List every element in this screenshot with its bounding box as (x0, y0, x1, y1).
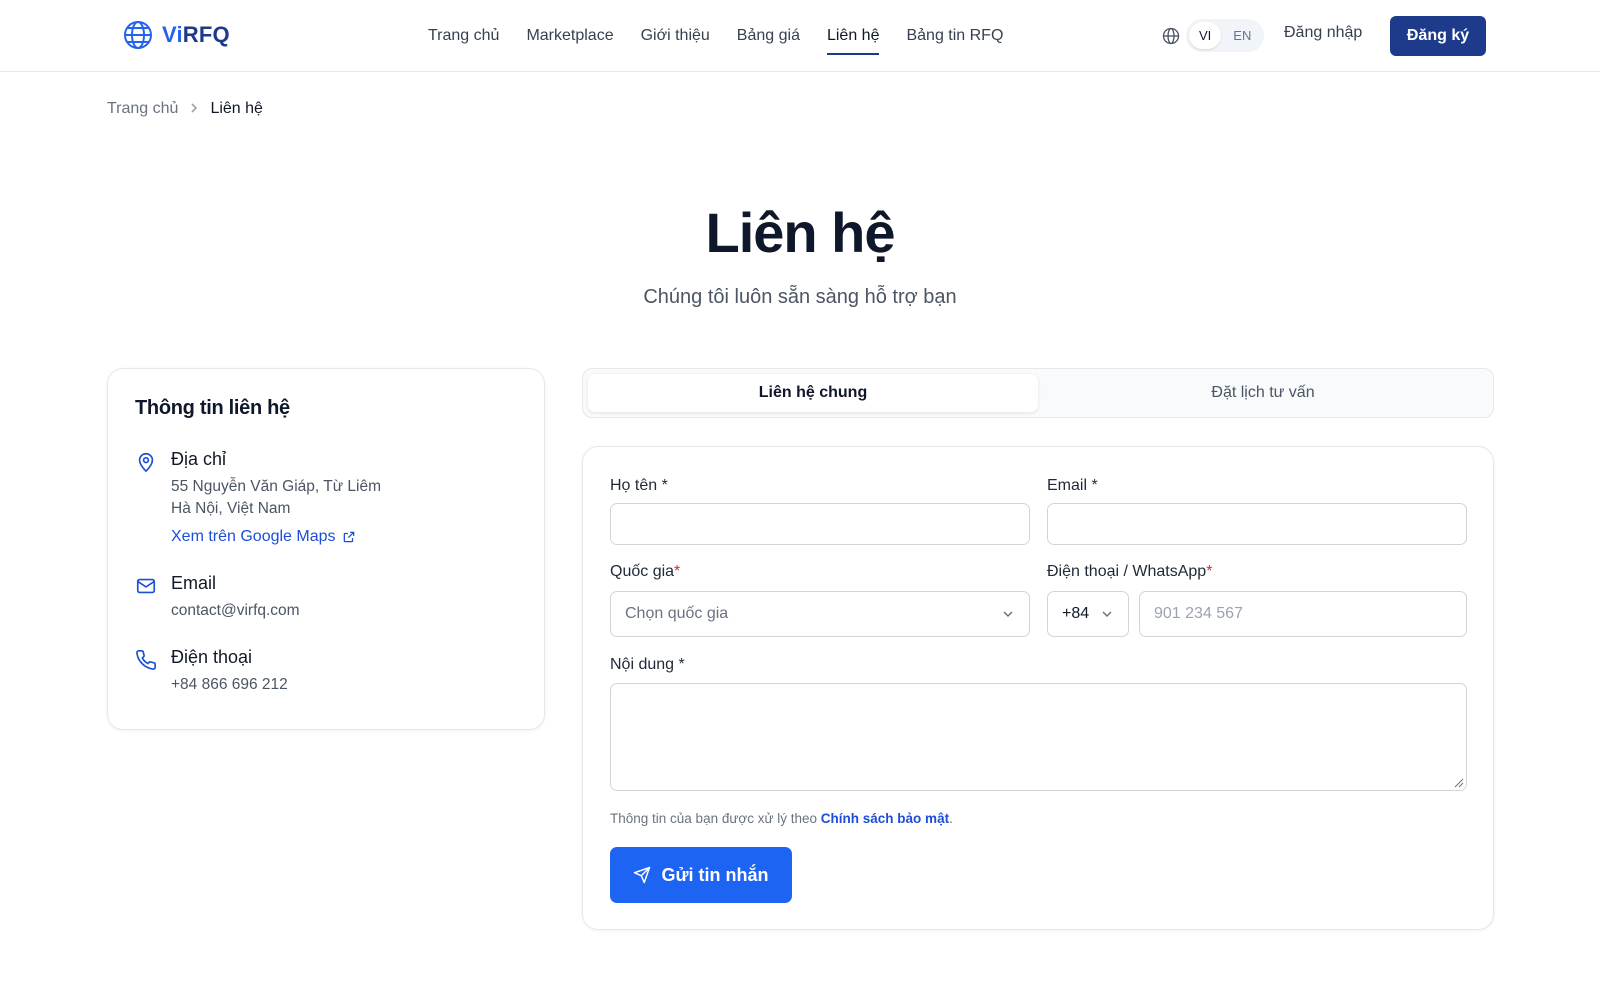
name-label: Họ tên * (610, 477, 668, 494)
message-label: Nội dung * (610, 656, 685, 673)
send-icon (634, 866, 651, 884)
login-link[interactable]: Đăng nhập (1284, 24, 1362, 42)
map-pin-icon (138, 452, 154, 473)
contact-form: Họ tên * Email * Quốc gia* Chọn quốc gia… (582, 446, 1494, 930)
country-code-value: +84 (1062, 605, 1090, 622)
send-message-button[interactable]: Gửi tin nhắn (610, 847, 792, 903)
signup-button[interactable]: Đăng ký (1390, 16, 1486, 56)
breadcrumb-current: Liên hệ (210, 100, 263, 117)
google-maps-link[interactable]: Xem trên Google Maps (171, 528, 356, 546)
language-switcher: VI EN (1162, 19, 1265, 52)
email-input[interactable] (1047, 503, 1467, 545)
country-label: Quốc gia* (610, 563, 680, 581)
globe-logo-icon (124, 21, 152, 49)
address-line-2: Hà Nội, Việt Nam (171, 500, 291, 517)
nav-contact[interactable]: Liên hệ (826, 23, 879, 55)
breadcrumb: Trang chủ Liên hệ (107, 100, 263, 118)
google-maps-link-label: Xem trên Google Maps (171, 528, 336, 545)
phone-value[interactable]: +84 866 696 212 (171, 674, 288, 696)
email-field-label: Email * (1047, 477, 1098, 494)
privacy-notice: Thông tin của bạn được xử lý theo Chính … (610, 811, 953, 826)
top-navbar: ViRFQ Trang chủ Marketplace Giới thiệu B… (0, 0, 1600, 72)
phone-field-label: Điện thoại / WhatsApp* (1047, 563, 1212, 581)
email-value[interactable]: contact@virfq.com (171, 600, 300, 622)
logo-text: ViRFQ (162, 22, 230, 47)
required-mark: * (1206, 563, 1213, 580)
contact-info-title: Thông tin liên hệ (135, 397, 290, 419)
email-label: Email (171, 573, 217, 593)
logo[interactable]: ViRFQ (122, 19, 230, 51)
message-textarea[interactable] (610, 683, 1467, 791)
contact-info-card: Thông tin liên hệ Địa chỉ 55 Nguyễn Văn … (107, 368, 545, 730)
mail-icon (136, 578, 156, 594)
email-item: Email contact@virfq.com (135, 573, 300, 622)
address-line-1: 55 Nguyễn Văn Giáp, Từ Liêm (171, 478, 381, 495)
address-label: Địa chỉ (171, 449, 227, 469)
main-nav: Trang chủ Marketplace Giới thiệu Bảng gi… (428, 0, 1003, 72)
contact-tabs: Liên hệ chung Đặt lịch tư vấn (582, 368, 1494, 418)
phone-label: Điện thoại (171, 647, 253, 667)
phone-input[interactable]: 901 234 567 (1139, 591, 1467, 637)
breadcrumb-home[interactable]: Trang chủ (107, 100, 178, 118)
page-title: Liên hệ (705, 201, 895, 264)
language-toggle: VI EN (1186, 19, 1265, 52)
chevron-right-icon (188, 101, 200, 117)
privacy-suffix: . (949, 811, 953, 826)
privacy-policy-link[interactable]: Chính sách bảo mật (821, 811, 949, 826)
chevron-down-icon (1003, 611, 1013, 618)
lang-en-option[interactable]: EN (1223, 22, 1261, 49)
nav-pricing[interactable]: Bảng giá (737, 23, 800, 49)
nav-marketplace[interactable]: Marketplace (526, 23, 613, 49)
phone-icon (136, 650, 156, 670)
name-input[interactable] (610, 503, 1030, 545)
country-label-text: Quốc gia (610, 563, 675, 580)
page-subtitle: Chúng tôi luôn sẵn sàng hỗ trợ bạn (643, 286, 957, 308)
country-select[interactable]: Chọn quốc gia (610, 591, 1030, 637)
send-message-label: Gửi tin nhắn (661, 864, 769, 885)
lang-vi-option[interactable]: VI (1189, 22, 1222, 49)
country-code-select[interactable]: +84 (1047, 591, 1129, 637)
phone-field-label-text: Điện thoại / WhatsApp (1047, 563, 1207, 580)
resize-handle-icon[interactable] (1454, 778, 1464, 788)
phone-item: Điện thoại +84 866 696 212 (135, 647, 288, 696)
nav-home[interactable]: Trang chủ (428, 23, 499, 49)
address-item: Địa chỉ 55 Nguyễn Văn Giáp, Từ Liêm Hà N… (135, 449, 381, 546)
privacy-text: Thông tin của bạn được xử lý theo (610, 811, 821, 826)
nav-rfq-board[interactable]: Bảng tin RFQ (906, 23, 1003, 49)
tab-general-contact[interactable]: Liên hệ chung (588, 374, 1038, 412)
tab-schedule-consultation[interactable]: Đặt lịch tư vấn (1038, 374, 1488, 412)
globe-icon (1162, 27, 1180, 44)
nav-about[interactable]: Giới thiệu (641, 23, 710, 49)
chevron-down-icon (1102, 611, 1112, 618)
required-mark: * (674, 563, 681, 580)
country-select-placeholder: Chọn quốc gia (625, 605, 729, 622)
external-link-icon (343, 531, 354, 543)
